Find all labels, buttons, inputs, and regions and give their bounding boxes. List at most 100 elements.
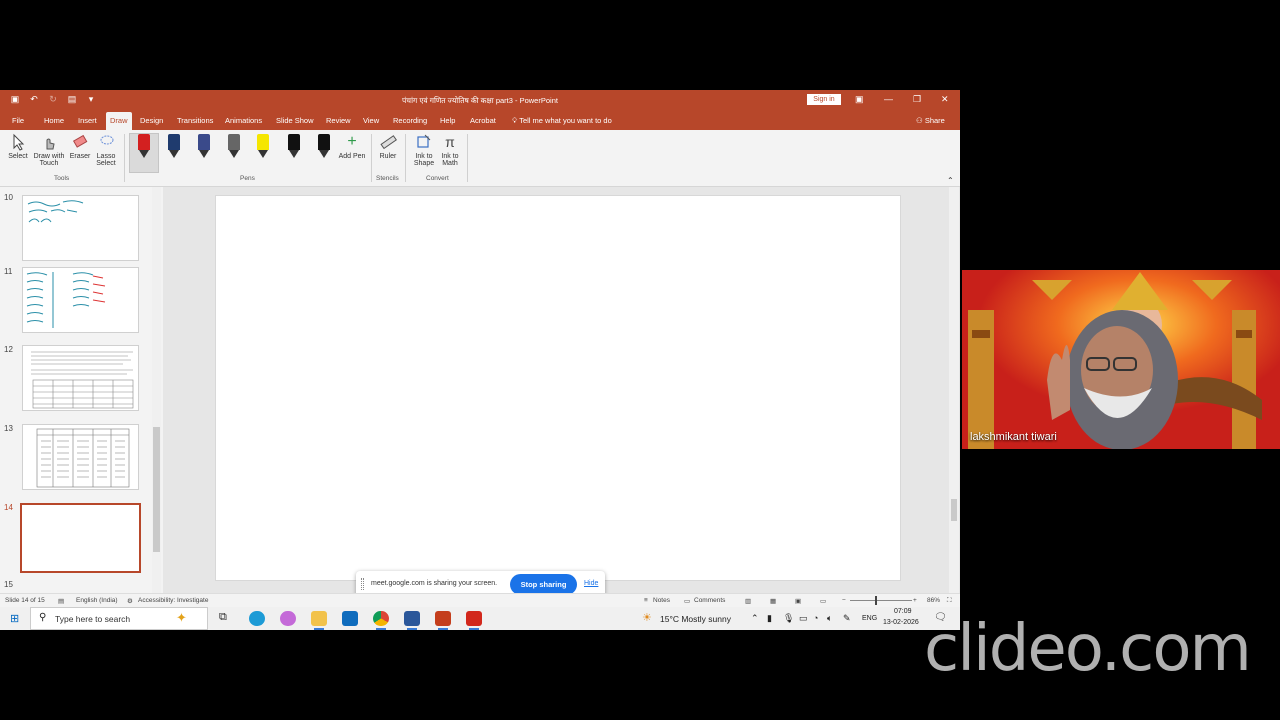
sign-in-button[interactable]: Sign in	[807, 94, 841, 105]
tell-me-label: Tell me what you want to do	[519, 116, 612, 125]
copilot-icon[interactable]	[280, 611, 296, 626]
editor-scrollbar[interactable]	[949, 187, 959, 593]
taskbar-search[interactable]: ⚲ Type here to search ✦	[30, 607, 208, 630]
stop-sharing-button[interactable]: Stop sharing	[510, 574, 577, 595]
reading-view-icon[interactable]: ▣	[795, 597, 801, 605]
slide-thumbnail[interactable]	[22, 345, 139, 411]
slide-thumbnail[interactable]	[22, 424, 139, 490]
input-language[interactable]: ENG	[862, 615, 877, 622]
tab-help[interactable]: Help	[436, 110, 459, 130]
pen-navy[interactable]	[168, 134, 180, 160]
powerpoint-icon[interactable]	[435, 611, 451, 626]
accessibility-status[interactable]: Accessibility: Investigate	[138, 597, 208, 604]
pen-gray[interactable]	[228, 134, 240, 160]
file-explorer-icon[interactable]	[311, 611, 327, 626]
close-icon[interactable]: ✕	[941, 94, 949, 104]
acrobat-icon[interactable]	[466, 611, 482, 626]
pen-black-2[interactable]	[318, 134, 330, 160]
windows-start-icon[interactable]: ⊞	[10, 612, 19, 625]
tab-view[interactable]: View	[359, 110, 383, 130]
pen-body	[168, 134, 180, 150]
lasso-select-button[interactable]: Lasso Select	[89, 133, 123, 167]
slide-thumbnail[interactable]	[22, 267, 139, 333]
battery-icon[interactable]: ▭	[799, 613, 808, 624]
tab-insert[interactable]: Insert	[74, 110, 101, 130]
maximize-icon[interactable]: ❐	[913, 94, 921, 104]
spellcheck-icon[interactable]: ▤	[58, 597, 64, 605]
chrome-icon[interactable]	[373, 611, 389, 626]
zoom-slider[interactable]	[850, 600, 912, 601]
pen-red[interactable]	[138, 134, 150, 160]
word-icon[interactable]	[404, 611, 420, 626]
comments-button[interactable]: Comments	[694, 597, 725, 604]
zoom-level[interactable]: 86%	[927, 597, 940, 604]
tell-me-search[interactable]: 💡︎ Tell me what you want to do	[512, 110, 612, 131]
thumbnail-scrollbar[interactable]	[152, 187, 161, 593]
chevron-up-icon[interactable]: ⌃	[751, 613, 759, 624]
pen-tip	[199, 150, 209, 158]
outlook-icon[interactable]	[342, 611, 358, 626]
tray-app-icon[interactable]: ▮	[767, 613, 772, 624]
notes-button[interactable]: Notes	[653, 597, 670, 604]
weather-text[interactable]: 15°C Mostly sunny	[660, 614, 731, 624]
language-indicator[interactable]: English (India)	[76, 597, 118, 604]
slide-thumbnail-active[interactable]	[20, 503, 141, 573]
clock-date[interactable]: 13-02-2026	[883, 619, 919, 626]
task-view-icon[interactable]: ⧉	[219, 611, 227, 624]
ink-to-math-button[interactable]: π Ink to Math	[433, 133, 467, 167]
slideshow-icon[interactable]: ▭	[820, 597, 826, 605]
tab-design[interactable]: Design	[136, 110, 167, 130]
running-indicator	[469, 628, 479, 630]
zoom-slider-thumb[interactable]	[875, 596, 877, 605]
normal-view-icon[interactable]: ▥	[745, 597, 751, 605]
tab-recording[interactable]: Recording	[389, 110, 431, 130]
collapse-ribbon-icon[interactable]: ⌃	[947, 176, 954, 185]
ink-to-shape-icon	[417, 134, 431, 148]
tab-review[interactable]: Review	[322, 110, 355, 130]
drag-handle-icon[interactable]	[361, 578, 364, 590]
add-pen-button[interactable]: + Add Pen	[335, 133, 369, 160]
pen-tray-icon[interactable]: ✎	[843, 613, 851, 624]
edge-icon[interactable]	[249, 611, 265, 626]
tab-animations[interactable]: Animations	[221, 110, 266, 130]
scroll-thumb[interactable]	[153, 427, 160, 552]
accessibility-icon: ⚙	[127, 598, 133, 605]
select-button[interactable]: Select	[1, 133, 35, 160]
pen-tip	[169, 150, 179, 158]
ribbon-display-icon[interactable]: ▣	[855, 94, 864, 104]
draw-with-touch-button[interactable]: Draw with Touch	[31, 133, 67, 167]
pen-body	[228, 134, 240, 150]
highlighter-yellow[interactable]	[257, 134, 269, 160]
fit-slide-icon[interactable]: ⛶	[947, 597, 952, 605]
thumb-number: 15	[4, 580, 13, 589]
tab-acrobat[interactable]: Acrobat	[466, 110, 500, 130]
ink-to-math-label: Ink to Math	[441, 153, 459, 167]
speaker-icon[interactable]: 🔈︎	[827, 613, 832, 624]
pen-black-1[interactable]	[288, 134, 300, 160]
slide-thumbnail[interactable]	[22, 195, 139, 261]
share-button[interactable]: ⚇ Share	[916, 110, 945, 131]
wifi-icon[interactable]: ◔	[813, 613, 818, 623]
tab-slide-show[interactable]: Slide Show	[272, 110, 318, 130]
tab-transitions[interactable]: Transitions	[173, 110, 217, 130]
pen-body	[257, 134, 269, 150]
thumb-number: 10	[4, 193, 13, 202]
tab-draw[interactable]: Draw	[106, 112, 132, 130]
scroll-thumb[interactable]	[951, 499, 957, 521]
microphone-icon[interactable]: 🎙︎	[783, 613, 794, 624]
clock-time[interactable]: 07:09	[894, 608, 912, 615]
participant-video[interactable]: lakshmikant tiwari	[962, 270, 1280, 449]
current-slide[interactable]	[215, 195, 901, 581]
lasso-icon	[100, 135, 114, 145]
zoom-in-icon[interactable]: +	[913, 597, 917, 604]
minimize-icon[interactable]: —	[884, 94, 893, 104]
ruler-button[interactable]: Ruler	[371, 133, 405, 160]
zoom-out-icon[interactable]: −	[842, 597, 846, 604]
hide-link[interactable]: Hide	[584, 580, 598, 587]
slide-sorter-icon[interactable]: ▦	[770, 597, 776, 605]
status-bar: Slide 14 of 15 ▤ English (India) ⚙ Acces…	[0, 593, 960, 607]
tab-file[interactable]: File	[8, 110, 28, 130]
tab-home[interactable]: Home	[40, 110, 68, 130]
pen-blue-galaxy[interactable]	[198, 134, 210, 160]
pen-tip	[229, 150, 239, 158]
